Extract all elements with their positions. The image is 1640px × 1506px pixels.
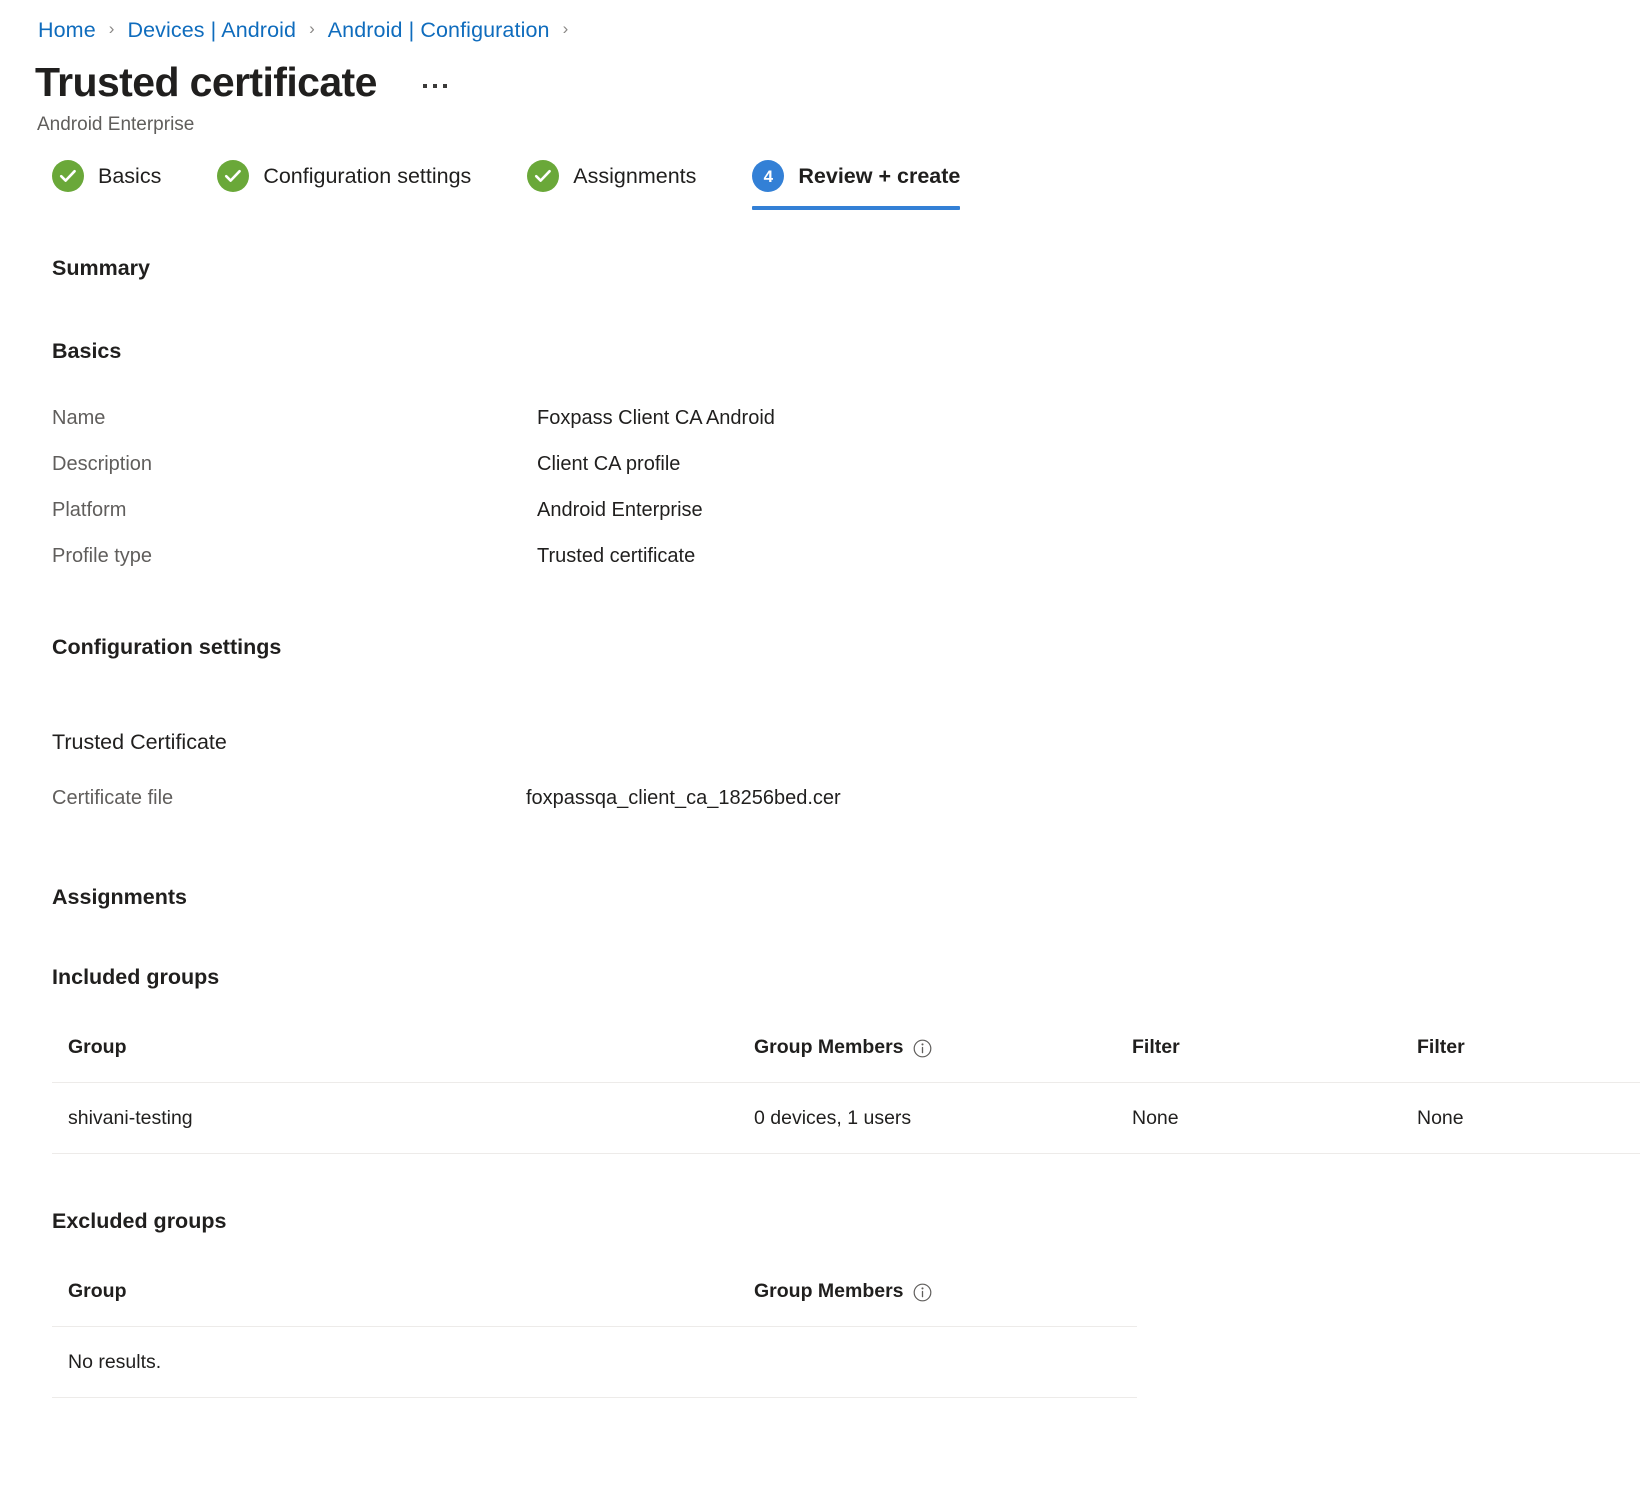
review-create-page: Home › Devices | Android › Android | Con… (0, 0, 1640, 1506)
wizard-tabs: Basics Configuration settings Assignment… (0, 138, 1640, 210)
detail-row-name: Name Foxpass Client CA Android (52, 405, 1640, 451)
column-header-filter-mode[interactable]: Filter (1401, 1034, 1640, 1083)
step-number: 4 (763, 166, 774, 186)
tab-label: Assignments (573, 164, 697, 188)
column-header-group-members[interactable]: Group Members (738, 1278, 1137, 1327)
included-groups-heading: Included groups (52, 965, 220, 989)
table-header-row: Group Group Members (52, 1034, 1640, 1083)
detail-row-profile-type: Profile type Trusted certificate (52, 543, 1640, 589)
summary-content: Summary Basics Name Foxpass Client CA An… (0, 254, 1640, 1398)
configuration-settings-heading: Configuration settings (52, 635, 282, 659)
detail-label: Platform (52, 499, 127, 521)
table-empty-row: No results. (52, 1326, 1137, 1398)
column-header-label: Group (68, 1280, 127, 1302)
basics-detail-list: Name Foxpass Client CA Android Descripti… (52, 405, 1640, 589)
column-header-filter[interactable]: Filter (1116, 1034, 1401, 1083)
column-header-group[interactable]: Group (52, 1034, 738, 1083)
check-circle-icon (217, 160, 250, 192)
step-number-badge: 4 (752, 160, 785, 192)
detail-value: Android Enterprise (537, 499, 703, 521)
included-groups-table: Group Group Members Filter Filter shivan… (52, 1034, 1640, 1154)
tab-label: Basics (98, 164, 162, 188)
empty-state-text: No results. (52, 1326, 1137, 1398)
detail-label: Description (52, 453, 153, 475)
breadcrumb-chevron-icon: › (108, 19, 115, 38)
info-icon[interactable] (913, 1039, 932, 1058)
detail-row-certificate-file: Certificate file foxpassqa_client_ca_182… (52, 785, 1640, 831)
column-header-label: Group Members (754, 1036, 904, 1058)
breadcrumb: Home › Devices | Android › Android | Con… (0, 0, 1640, 42)
detail-label: Profile type (52, 545, 153, 567)
column-header-label: Filter (1417, 1036, 1465, 1058)
basics-heading: Basics (52, 339, 122, 363)
ellipsis-dot (442, 84, 447, 88)
excluded-groups-heading: Excluded groups (52, 1209, 227, 1233)
more-options-icon[interactable] (417, 72, 453, 100)
detail-row-description: Description Client CA profile (52, 451, 1640, 497)
tab-review-create[interactable]: 4 Review + create (752, 154, 961, 210)
breadcrumb-item-home[interactable]: Home (38, 18, 96, 42)
check-circle-icon (52, 160, 84, 192)
breadcrumb-chevron-icon: › (562, 19, 569, 38)
tab-assignments[interactable]: Assignments (527, 154, 696, 210)
tab-label: Review + create (798, 164, 961, 188)
excluded-groups-table: Group Group Members No results. (52, 1278, 1137, 1398)
trusted-certificate-subheading: Trusted Certificate (52, 730, 227, 754)
cell-group: shivani-testing (52, 1082, 738, 1154)
detail-value: Client CA profile (537, 453, 681, 475)
cell-group-members: 0 devices, 1 users (738, 1082, 1116, 1154)
breadcrumb-chevron-icon: › (309, 19, 315, 38)
detail-value: Trusted certificate (537, 545, 696, 567)
table-header-row: Group Group Members (52, 1278, 1137, 1327)
breadcrumb-item-android-configuration[interactable]: Android | Configuration (328, 18, 550, 42)
tab-label: Configuration settings (263, 164, 472, 188)
column-header-label: Group Members (754, 1280, 904, 1302)
assignments-heading: Assignments (52, 885, 188, 909)
ellipsis-dot (432, 84, 437, 88)
page-title: Trusted certificate (35, 59, 377, 105)
ellipsis-dot (422, 84, 427, 88)
detail-value: foxpassqa_client_ca_18256bed.cer (526, 787, 841, 809)
configuration-detail-list: Certificate file foxpassqa_client_ca_182… (52, 785, 1640, 831)
detail-row-platform: Platform Android Enterprise (52, 497, 1640, 543)
detail-label: Certificate file (52, 787, 174, 809)
cell-filter: None (1116, 1082, 1401, 1154)
detail-label: Name (52, 407, 106, 429)
tab-basics[interactable]: Basics (52, 154, 161, 210)
detail-value: Foxpass Client CA Android (537, 407, 775, 429)
active-tab-indicator (752, 206, 961, 210)
cell-filter-mode: None (1401, 1082, 1640, 1154)
column-header-group-members[interactable]: Group Members (738, 1034, 1116, 1083)
info-icon[interactable] (913, 1283, 932, 1302)
column-header-label: Group (68, 1036, 127, 1058)
page-header: Trusted certificate (0, 42, 1640, 106)
summary-heading: Summary (52, 256, 150, 280)
column-header-label: Filter (1132, 1036, 1180, 1058)
column-header-group[interactable]: Group (52, 1278, 738, 1327)
check-circle-icon (527, 160, 560, 192)
breadcrumb-item-devices-android[interactable]: Devices | Android (127, 18, 296, 42)
tab-configuration-settings[interactable]: Configuration settings (217, 154, 471, 210)
page-subtitle: Android Enterprise (37, 114, 195, 135)
table-row[interactable]: shivani-testing 0 devices, 1 users None … (52, 1082, 1640, 1154)
